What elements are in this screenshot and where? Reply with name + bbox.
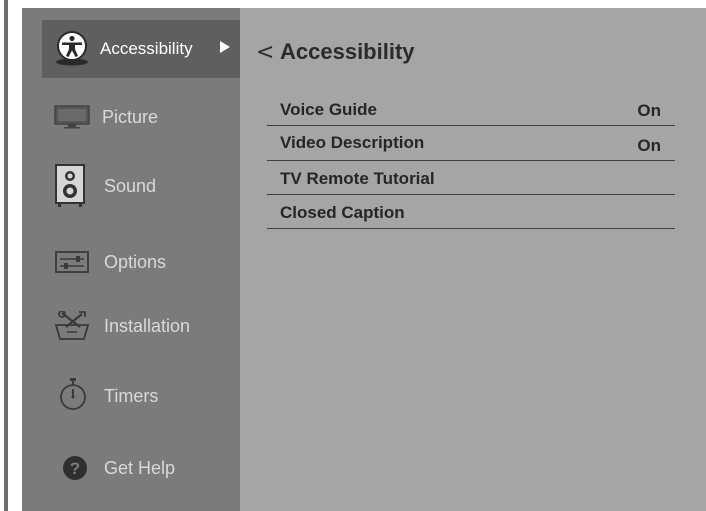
row-label: TV Remote Tutorial (280, 169, 435, 188)
sidebar-item-label: Timers (104, 386, 159, 406)
accessibility-icon (54, 30, 90, 66)
screen: Accessibility Picture Sound Options Inst… (0, 0, 706, 511)
sidebar-item-label: Installation (104, 316, 191, 336)
sidebar-item-picture[interactable]: Picture (22, 88, 240, 146)
left-border (4, 0, 8, 511)
sidebar-item-options[interactable]: Options (22, 232, 240, 290)
sidebar-item-label: Get Help (104, 458, 176, 478)
page-title: Accessibility (280, 39, 415, 64)
menu-row-closed-caption[interactable]: Closed Caption (267, 195, 675, 229)
sidebar-item-accessibility[interactable]: Accessibility (42, 20, 260, 78)
speaker-icon (54, 163, 86, 209)
sliders-icon (55, 251, 89, 273)
sidebar-item-label: Accessibility (100, 39, 193, 58)
svg-text:?: ? (70, 459, 80, 478)
row-label: Voice Guide (280, 100, 377, 119)
menu-row-tv-remote-tutorial[interactable]: TV Remote Tutorial (267, 161, 675, 195)
row-value: On (637, 101, 661, 120)
sidebar-item-sound[interactable]: Sound (22, 155, 240, 217)
row-label: Video Description (280, 133, 425, 152)
selected-arrow-icon (220, 41, 230, 53)
help-icon: ? (62, 455, 88, 481)
monitor-icon (54, 105, 90, 129)
content-panel: < Accessibility Voice Guide On Video Des… (240, 8, 706, 511)
stopwatch-icon (58, 378, 88, 412)
sidebar: Accessibility Picture Sound Options Inst… (22, 8, 260, 511)
menu-row-video-description[interactable]: Video Description On (267, 126, 675, 161)
row-value: On (637, 136, 661, 155)
sidebar-item-label: Options (104, 252, 167, 272)
sidebar-item-installation[interactable]: Installation (22, 296, 240, 354)
sidebar-item-get-help[interactable]: ? Get Help (22, 438, 240, 496)
sidebar-item-timers[interactable]: Timers (22, 366, 240, 424)
menu-row-voice-guide[interactable]: Voice Guide On (267, 92, 675, 126)
tools-icon (54, 311, 90, 341)
sidebar-item-label: Sound (104, 176, 157, 196)
sidebar-item-label: Picture (102, 107, 159, 127)
back-button[interactable]: < (256, 40, 274, 65)
row-label: Closed Caption (280, 203, 405, 222)
